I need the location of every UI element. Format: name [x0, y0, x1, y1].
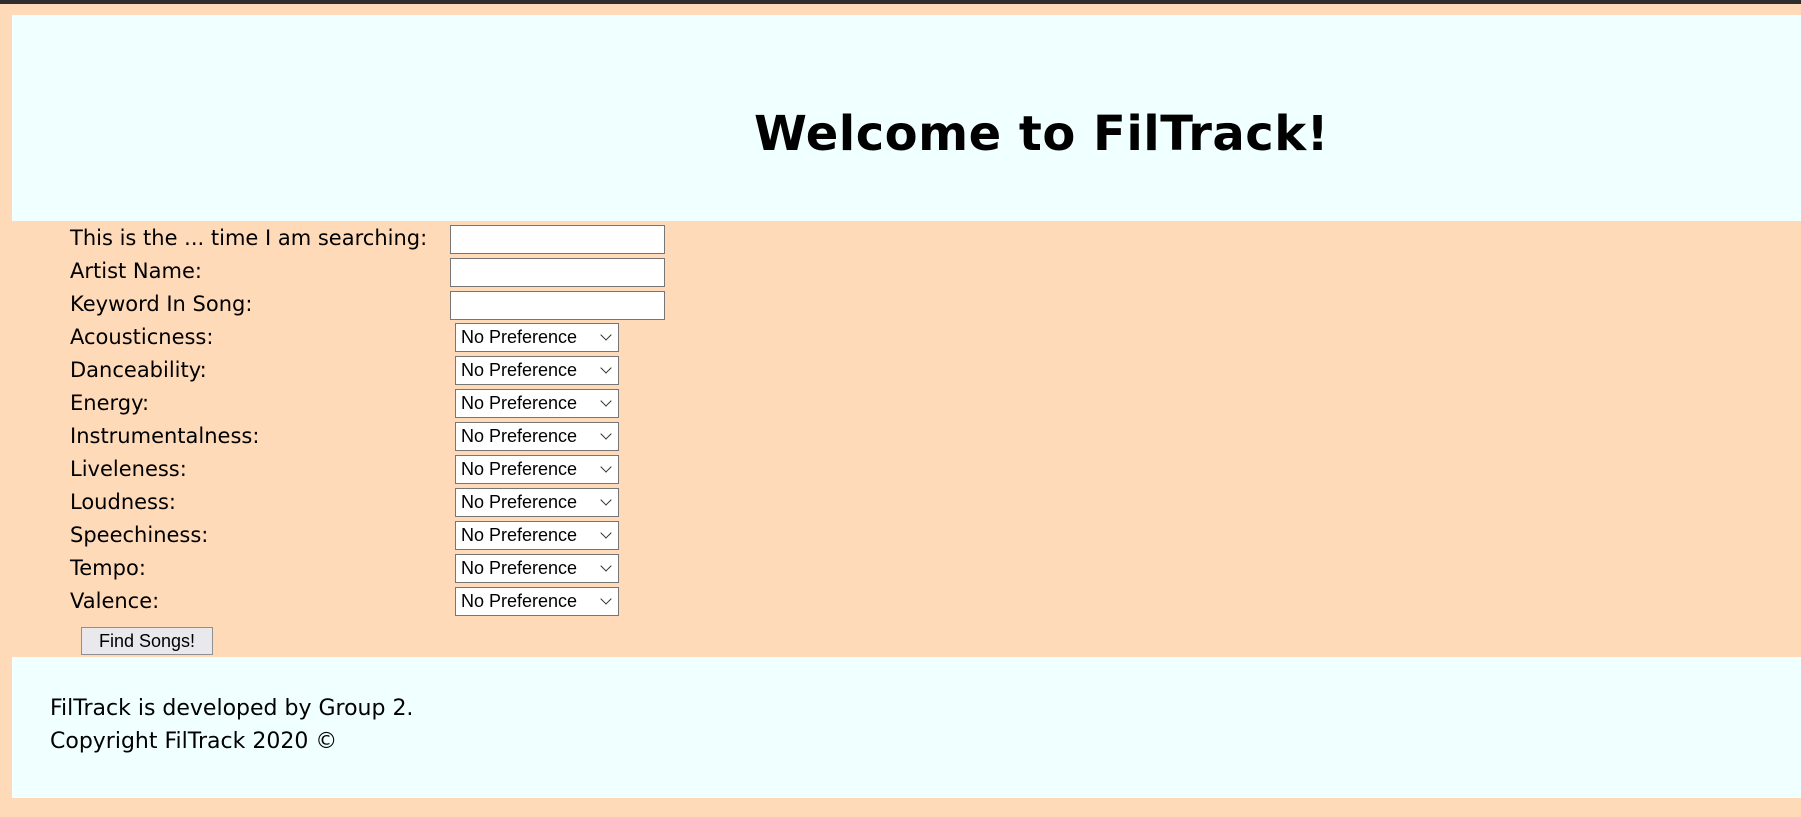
- keyword-label: Keyword In Song:: [70, 292, 253, 316]
- instrumentalness-select[interactable]: No Preference: [455, 422, 619, 451]
- danceability-select[interactable]: No Preference: [455, 356, 619, 385]
- energy-select[interactable]: No Preference: [455, 389, 619, 418]
- valence-select[interactable]: No Preference: [455, 587, 619, 616]
- acousticness-select-value: No Preference: [461, 327, 578, 347]
- tempo-select-value: No Preference: [461, 558, 578, 578]
- danceability-label: Danceability:: [70, 358, 207, 382]
- speechiness-select-value: No Preference: [461, 525, 578, 545]
- chevron-down-icon: [600, 593, 612, 605]
- page-header: Welcome to FilTrack!: [12, 15, 1801, 221]
- chevron-down-icon: [600, 461, 612, 473]
- chevron-down-icon: [600, 527, 612, 539]
- speechiness-select[interactable]: No Preference: [455, 521, 619, 550]
- top-border: [0, 0, 1801, 4]
- chevron-down-icon: [600, 395, 612, 407]
- chevron-down-icon: [600, 362, 612, 374]
- energy-label: Energy:: [70, 391, 150, 415]
- instrumentalness-label: Instrumentalness:: [70, 424, 260, 448]
- artist-name-input[interactable]: [450, 258, 665, 287]
- liveleness-label: Liveleness:: [70, 457, 187, 481]
- energy-select-value: No Preference: [461, 393, 578, 413]
- instrumentalness-select-value: No Preference: [461, 426, 578, 446]
- acousticness-label: Acousticness:: [70, 325, 214, 349]
- search-count-label: This is the ... time I am searching:: [70, 226, 428, 250]
- liveleness-select-value: No Preference: [461, 459, 578, 479]
- chevron-down-icon: [600, 494, 612, 506]
- page-title: Welcome to FilTrack!: [753, 106, 1330, 162]
- acousticness-select[interactable]: No Preference: [455, 323, 619, 352]
- valence-select-value: No Preference: [461, 591, 578, 611]
- find-songs-button[interactable]: Find Songs!: [81, 627, 213, 655]
- artist-name-label: Artist Name:: [70, 259, 202, 283]
- page-footer: FilTrack is developed by Group 2. Copyri…: [12, 657, 1801, 798]
- loudness-select-value: No Preference: [461, 492, 578, 512]
- speechiness-label: Speechiness:: [70, 523, 209, 547]
- loudness-label: Loudness:: [70, 490, 177, 514]
- tempo-label: Tempo:: [70, 556, 146, 580]
- danceability-select-value: No Preference: [461, 360, 578, 380]
- loudness-select[interactable]: No Preference: [455, 488, 619, 517]
- search-count-input[interactable]: [450, 225, 665, 254]
- footer-copyright: Copyright FilTrack 2020 ©: [50, 729, 338, 754]
- tempo-select[interactable]: No Preference: [455, 554, 619, 583]
- chevron-down-icon: [600, 329, 612, 341]
- liveleness-select[interactable]: No Preference: [455, 455, 619, 484]
- valence-label: Valence:: [70, 589, 160, 613]
- footer-credit: FilTrack is developed by Group 2.: [50, 696, 414, 721]
- chevron-down-icon: [600, 560, 612, 572]
- keyword-input[interactable]: [450, 291, 665, 320]
- chevron-down-icon: [600, 428, 612, 440]
